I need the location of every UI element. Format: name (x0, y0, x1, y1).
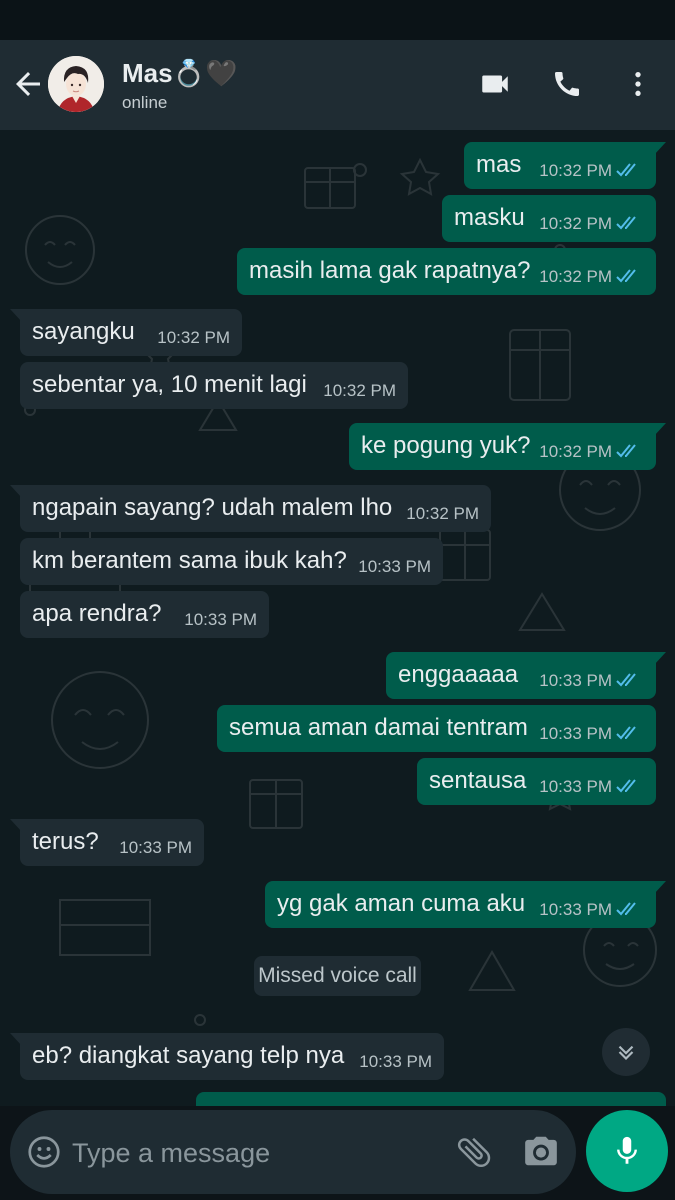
paperclip-icon[interactable] (454, 1132, 494, 1172)
message-text: ngapain sayang? udah malem lho (32, 494, 393, 521)
phone-icon[interactable] (547, 64, 587, 104)
incoming-message-bubble[interactable]: apa rendra? 10:33 PM (20, 591, 269, 638)
bubble-tail (10, 485, 22, 498)
message-text: sayangku (32, 318, 135, 345)
message-text: enggaaaaa (398, 661, 519, 688)
missed-voice-call-notice[interactable]: Missed voice call (254, 956, 421, 996)
message-text: terus? (32, 828, 99, 855)
message-text: sentausa (429, 767, 527, 794)
status-bar (0, 0, 675, 40)
mic-button[interactable] (586, 1110, 668, 1192)
message-time: 10:32 PM (539, 267, 612, 286)
bubble-tail (10, 819, 22, 832)
message-time: 10:33 PM (119, 838, 192, 857)
video-call-icon[interactable] (475, 64, 515, 104)
message-time: 10:32 PM (406, 504, 479, 523)
more-vert-icon[interactable] (618, 64, 658, 104)
outgoing-message-bubble[interactable]: yg gak aman cuma aku 10:33 PM (265, 881, 666, 928)
message-time: 10:33 PM (539, 671, 612, 690)
message-text: mas (476, 151, 522, 178)
double-check-icon (616, 269, 636, 283)
outgoing-message-bubble[interactable]: mas 10:32 PM (464, 142, 666, 189)
avatar[interactable] (48, 56, 104, 112)
chat-area[interactable]: mas 10:32 PM masku 10:32 PM masih lama gak r… (0, 130, 675, 1106)
bubble-tail (10, 309, 22, 322)
message-time: 10:33 PM (359, 1052, 432, 1071)
message-time: 10:33 PM (358, 557, 431, 576)
bubble-tail (654, 881, 666, 894)
double-check-icon (616, 902, 636, 916)
composer-bar (0, 1106, 675, 1200)
mic-icon (617, 1136, 637, 1164)
message-time: 10:33 PM (539, 900, 612, 919)
chevron-down-icon (618, 1045, 634, 1061)
double-check-icon (616, 216, 636, 230)
message-text: masih lama gak rapatnya? (249, 257, 531, 284)
message-time: 10:32 PM (323, 381, 396, 400)
scroll-to-bottom-button[interactable] (602, 1028, 650, 1076)
incoming-message-bubble[interactable]: sebentar ya, 10 menit lagi 10:32 PM (20, 362, 408, 409)
message-time: 10:32 PM (539, 161, 612, 180)
partial-outgoing-bubble (196, 1092, 666, 1106)
outgoing-message-bubble[interactable]: semua aman damai tentram 10:33 PM (217, 705, 656, 752)
message-text: yg gak aman cuma aku (277, 890, 526, 917)
contact-name[interactable]: Mas💍🖤 (122, 58, 237, 89)
bubble-tail (654, 423, 666, 436)
camera-icon[interactable] (522, 1132, 562, 1172)
message-text: apa rendra? (32, 600, 162, 627)
message-text: semua aman damai tentram (229, 714, 528, 741)
bubble-tail (10, 1033, 22, 1046)
outgoing-message-bubble[interactable]: sentausa 10:33 PM (417, 758, 656, 805)
message-text: ke pogung yuk? (361, 432, 531, 459)
incoming-message-bubble[interactable]: sayangku 10:32 PM (10, 309, 242, 356)
message-time: 10:32 PM (539, 442, 612, 461)
double-check-icon (616, 444, 636, 458)
message-text: sebentar ya, 10 menit lagi (32, 371, 307, 398)
incoming-message-bubble[interactable]: ngapain sayang? udah malem lho 10:32 PM (10, 485, 491, 532)
message-time: 10:33 PM (539, 724, 612, 743)
double-check-icon (616, 163, 636, 177)
emoji-icon[interactable] (26, 1134, 62, 1170)
outgoing-message-bubble[interactable]: enggaaaaa 10:33 PM (386, 652, 666, 699)
incoming-message-bubble[interactable]: km berantem sama ibuk kah? 10:33 PM (20, 538, 443, 585)
incoming-message-bubble[interactable]: terus? 10:33 PM (10, 819, 204, 866)
outgoing-message-bubble[interactable]: ke pogung yuk? 10:32 PM (349, 423, 666, 470)
message-input[interactable] (70, 1124, 454, 1182)
outgoing-message-bubble[interactable]: masih lama gak rapatnya? 10:32 PM (237, 248, 656, 295)
double-check-icon (616, 779, 636, 793)
double-check-icon (616, 673, 636, 687)
message-text: km berantem sama ibuk kah? (32, 547, 347, 574)
message-time: 10:32 PM (157, 328, 230, 347)
message-text: eb? diangkat sayang telp nya (32, 1042, 345, 1069)
outgoing-message-bubble[interactable]: masku 10:32 PM (442, 195, 656, 242)
bubble-tail (654, 652, 666, 665)
contact-status: online (122, 93, 168, 112)
message-text: masku (454, 204, 525, 231)
back-arrow-icon[interactable] (10, 66, 46, 102)
bubble-tail (654, 142, 666, 155)
message-input-container[interactable] (10, 1110, 576, 1194)
message-time: 10:33 PM (184, 610, 257, 629)
double-check-icon (616, 726, 636, 740)
message-time: 10:33 PM (539, 777, 612, 796)
message-time: 10:32 PM (539, 214, 612, 233)
chat-header: Mas💍🖤 online (0, 40, 675, 130)
incoming-message-bubble[interactable]: eb? diangkat sayang telp nya 10:33 PM (10, 1033, 444, 1080)
